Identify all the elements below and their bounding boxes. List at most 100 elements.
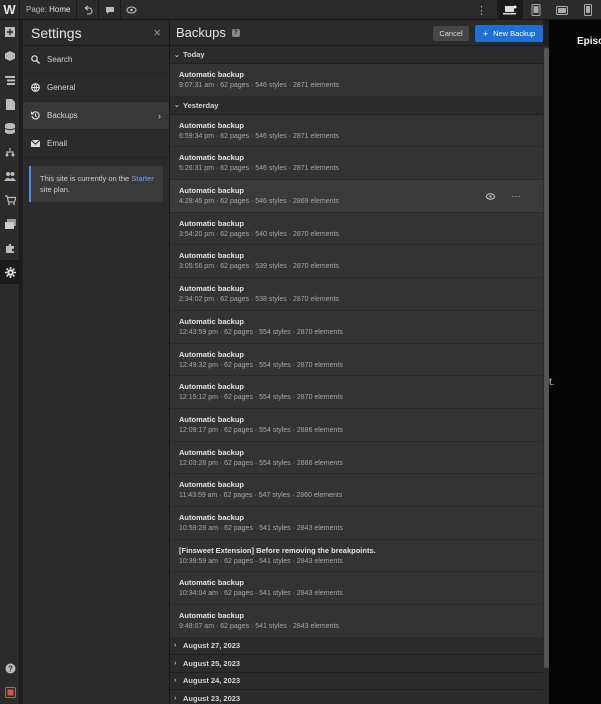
search-icon [31,55,43,64]
today-list: Automatic backup 9:07:31 am · 62 pages · … [170,64,543,97]
backup-row[interactable]: Automatic backup 2:34:02 pm · 62 pages · … [170,278,543,311]
help-icon[interactable]: ? [0,656,20,680]
apps-puzzle-icon[interactable] [0,236,20,260]
backup-meta: 2:34:02 pm · 62 pages · 538 styles · 287… [179,296,339,304]
group-header-yesterday[interactable]: ⌄ Yesterday [170,96,543,115]
group-label: August 24, 2023 [183,676,241,686]
settings-nav-label: General [47,83,76,92]
backups-header: Backups ? Cancel + New Backup [170,20,543,46]
comments-icon[interactable] [98,0,120,20]
eye-icon[interactable] [477,192,503,200]
backup-row[interactable]: Automatic backup 3:54:20 pm · 62 pages · … [170,213,543,246]
more-options-icon[interactable]: ⋮ [476,4,487,17]
backups-panel: Backups ? Cancel + New Backup ⌄ Today Au… [170,20,543,704]
pages-icon[interactable] [0,92,20,116]
more-options-icon[interactable]: ··· [503,191,529,201]
backup-title: Automatic backup [179,480,245,490]
group-label: Today [183,50,205,59]
settings-nav-email[interactable]: Email [23,130,169,158]
backup-title: Automatic backup [179,284,245,294]
group-header-older[interactable]: › August 24, 2023 [170,672,543,691]
chevron-right-icon: › [174,642,177,650]
settings-nav-general[interactable]: General [23,74,169,102]
backup-row[interactable]: Automatic backup 9:07:31 am · 62 pages · … [170,64,543,97]
assets-icon[interactable] [0,212,20,236]
backup-title: Automatic backup [179,153,245,163]
navigator-icon[interactable] [0,68,20,92]
close-icon[interactable]: × [153,25,161,40]
left-toolbar: ? [0,20,20,704]
audit-panel-icon[interactable] [0,680,20,704]
settings-nav-label: Backups [47,111,78,120]
settings-nav-label: Email [47,139,68,148]
backup-row[interactable]: Automatic backup 12:03:28 pm · 62 pages ·… [170,442,543,475]
backup-row[interactable]: [Finsweet Extension] Before removing the… [170,540,543,573]
backup-row[interactable]: Automatic backup 12:43:59 pm · 62 pages ·… [170,311,543,344]
webflow-logo[interactable]: W [0,0,20,20]
settings-panel: Settings × Search General Backups › Emai… [23,20,170,704]
group-header-older[interactable]: › August 23, 2023 [170,690,543,704]
cms-icon[interactable] [0,116,20,140]
group-label: August 27, 2023 [183,641,241,651]
group-label: August 23, 2023 [183,693,241,703]
undo-icon[interactable] [76,0,98,20]
backup-row[interactable]: Automatic backup 11:43:59 am · 62 pages ·… [170,474,543,507]
backup-meta: 11:43:59 am · 62 pages · 547 styles · 28… [179,492,343,500]
backup-row[interactable]: Automatic backup 5:26:31 pm · 62 pages · … [170,147,543,181]
backup-meta: 12:49:32 pm · 62 pages · 554 styles · 28… [179,361,343,369]
canvas-preview[interactable]: Episo t. [549,20,601,704]
backup-meta: 5:26:31 pm · 62 pages · 546 styles · 287… [179,165,339,173]
backups-title: Backups [176,25,226,40]
desktop-breakpoint-icon[interactable] [497,0,523,20]
backup-title: Automatic backup [179,578,245,588]
chevron-down-icon: ⌄ [174,51,180,59]
backup-title: Automatic backup [179,611,245,620]
general-icon [31,83,43,92]
group-header-older[interactable]: › August 27, 2023 [170,637,543,656]
settings-nav-search[interactable]: Search [23,46,169,74]
preview-eye-icon[interactable] [120,0,142,20]
backup-row[interactable]: Automatic backup 10:59:28 am · 62 pages ·… [170,507,543,540]
chevron-right-icon: › [158,110,161,121]
users-icon[interactable] [0,164,20,188]
backup-meta: 9:07:31 am · 62 pages · 546 styles · 287… [179,82,339,89]
backup-icon [31,111,43,120]
page-selector[interactable]: Page: Home [26,5,70,14]
backup-title: Automatic backup [179,316,245,326]
plan-notice: This site is currently on the Starter si… [29,166,163,202]
cancel-button[interactable]: Cancel [433,26,469,41]
components-icon[interactable] [0,44,20,68]
backup-meta: 3:05:56 pm · 62 pages · 539 styles · 287… [179,263,339,271]
backup-row[interactable]: Automatic backup 12:49:32 pm · 62 pages ·… [170,344,543,377]
backup-row[interactable]: Automatic backup 10:34:04 am · 62 pages ·… [170,572,543,605]
logic-icon[interactable] [0,140,20,164]
backup-row[interactable]: Automatic backup 9:48:07 am · 62 pages · … [170,605,543,638]
help-badge-icon[interactable]: ? [231,28,240,37]
group-header-older[interactable]: › August 25, 2023 [170,655,543,673]
settings-gear-icon[interactable] [0,260,20,284]
settings-header: Settings × [23,20,169,46]
top-bar: W Page: Home ⋮ [0,0,601,20]
mobile-portrait-breakpoint-icon[interactable] [575,0,601,20]
settings-nav-backups[interactable]: Backups › [23,102,169,130]
ecommerce-cart-icon[interactable] [0,188,20,212]
canvas-heading-fragment: Episo [577,36,601,47]
backup-row[interactable]: Automatic backup 12:15:12 pm · 62 pages ·… [170,376,543,409]
starter-plan-link[interactable]: Starter [131,174,154,183]
group-header-today[interactable]: ⌄ Today [170,46,543,64]
backup-row[interactable]: Automatic backup 12:09:17 pm · 62 pages ·… [170,409,543,442]
backup-row[interactable]: Automatic backup 4:28:45 pm · 62 pages · … [170,180,543,213]
backup-meta: 10:59:28 am · 62 pages · 541 styles · 28… [179,524,343,532]
backup-title: Automatic backup [179,349,245,359]
tablet-breakpoint-icon[interactable] [523,0,549,20]
backup-title: Automatic backup [179,70,245,79]
backup-meta: 12:15:12 pm · 62 pages · 554 styles · 28… [179,394,343,402]
page-prefix: Page: [26,5,47,14]
older-groups: › August 27, 2023 › August 25, 2023 › August … [170,637,543,704]
mobile-landscape-breakpoint-icon[interactable] [549,0,575,20]
new-backup-button[interactable]: + New Backup [475,25,543,42]
add-panel-icon[interactable] [0,20,20,44]
group-label: August 25, 2023 [183,658,241,668]
backup-row[interactable]: Automatic backup 6:59:34 pm · 62 pages · … [170,115,543,148]
backup-row[interactable]: Automatic backup 3:05:56 pm · 62 pages · … [170,245,543,279]
